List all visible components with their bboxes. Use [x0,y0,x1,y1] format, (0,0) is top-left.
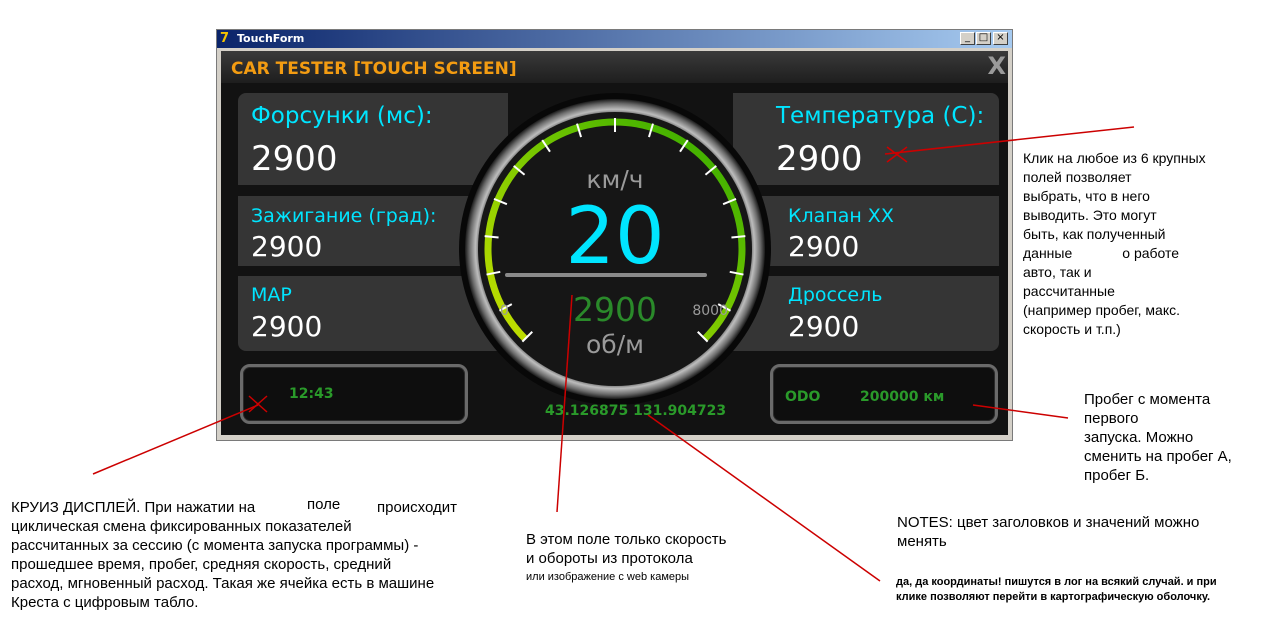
note-line: клике позволяют перейти в картографическ… [896,591,1211,603]
note-line: быть, как полученный [1023,226,1166,242]
note-line: (например пробег, макс. [1023,302,1181,318]
note-line: пробег Б. [1084,467,1150,484]
note-line: прошедшее время, пробег, средняя скорост… [11,556,392,573]
note-line: да, да координаты! пишутся в лог на всяк… [896,576,1217,588]
note-line: авто, так и [1023,264,1092,280]
note-line: рассчитанные [1023,283,1115,299]
note-line: сменить на пробег А, [1084,448,1232,465]
note-line: КРУИЗ ДИСПЛЕЙ. При нажатии на [11,499,256,516]
note-word: происходит [377,499,458,516]
note-line: Пробег с момента [1084,391,1211,408]
note-line: или изображение с web камеры [526,571,690,583]
note-line: циклическая смена фиксированных показате… [11,518,352,535]
note-line: данные [1023,245,1073,261]
coords-note: да, да координаты! пишутся в лог на всяк… [896,575,1217,605]
color-note: NOTES: цвет заголовков и значений можно … [897,513,1199,551]
fields-note: Клик на любое из 6 крупных полей позволя… [1023,149,1206,339]
note-line: скорость и т.п.) [1023,321,1121,337]
note-line: NOTES: цвет заголовков и значений можно [897,514,1200,531]
note-line: расход, мгновенный расход. Такая же ячей… [11,575,435,592]
note-line: и обороты из протокола [526,550,693,567]
note-line: менять [897,533,947,550]
note-line: первого [1084,410,1139,427]
note-line: В этом поле только скорость [526,531,727,548]
note-line: рассчитанных за сессию (с момента запуск… [11,537,419,554]
note-line: о работе [1122,245,1180,261]
note-line: выводить. Это могут [1023,207,1157,223]
note-word: поле [307,496,341,513]
center-note: В этом поле только скорость и обороты из… [526,530,726,586]
odo-note: Пробег с момента первого запуска. Можно … [1084,390,1232,485]
note-line: выбрать, что в него [1023,188,1150,204]
note-line: Клик на любое из 6 крупных [1023,150,1206,166]
note-line: Креста с цифровым табло. [11,594,199,611]
note-line: полей позволяет [1023,169,1132,185]
note-line: запуска. Можно [1084,429,1194,446]
cruise-note: КРУИЗ ДИСПЛЕЙ. При нажатии на поле проис… [11,496,511,612]
